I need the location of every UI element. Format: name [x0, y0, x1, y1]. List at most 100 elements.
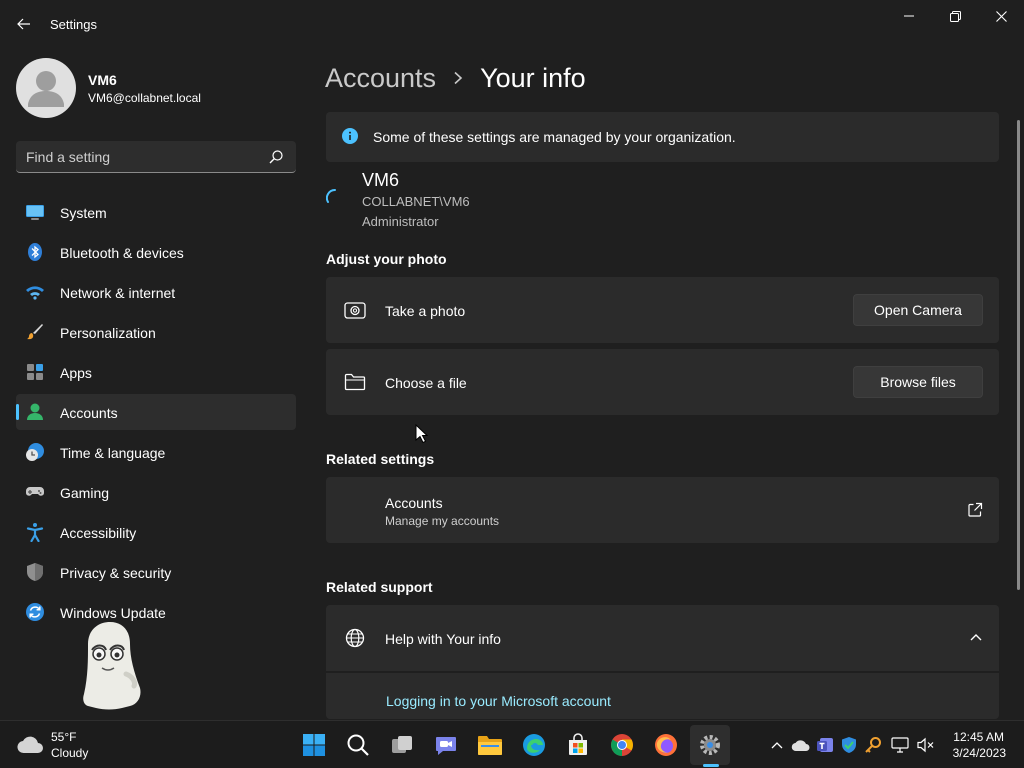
choose-file-card: Choose a file Browse files [326, 349, 999, 415]
microsoft-store-button[interactable] [558, 725, 598, 765]
firefox-icon [655, 734, 677, 756]
system-icon [26, 205, 44, 220]
help-with-your-info-label: Help with Your info [385, 631, 501, 647]
help-links-panel: Logging in to your Microsoft account [326, 672, 999, 719]
related-accounts-label: Accounts [385, 495, 443, 511]
sidebar-item-label: Gaming [60, 485, 110, 501]
sidebar-item-network[interactable]: Network & internet [16, 274, 296, 310]
update-icon [26, 603, 44, 621]
firefox-button[interactable] [646, 725, 686, 765]
adjust-photo-heading: Adjust your photo [326, 251, 447, 267]
sidebar-item-gaming[interactable]: Gaming [16, 474, 296, 510]
back-button[interactable] [10, 10, 38, 38]
search-box[interactable] [16, 141, 296, 173]
sidebar-item-privacy-security[interactable]: Privacy & security [16, 554, 296, 590]
key-icon [865, 737, 881, 753]
camera-icon [344, 302, 366, 319]
onedrive-tray-button[interactable] [791, 735, 811, 755]
search-input[interactable] [26, 141, 261, 172]
sidebar-item-label: Windows Update [60, 605, 166, 621]
teams-chat-button[interactable] [426, 725, 466, 765]
help-with-your-info-header[interactable]: Help with Your info [326, 605, 999, 671]
task-view-button[interactable] [382, 725, 422, 765]
task-view-icon [392, 736, 412, 753]
restore-button[interactable] [932, 0, 978, 32]
info-banner-text: Some of these settings are managed by yo… [373, 129, 736, 145]
scrollbar-thumb[interactable] [1017, 120, 1020, 590]
sidebar-item-label: System [60, 205, 107, 221]
sidebar-item-label: Time & language [60, 445, 166, 461]
sidebar-item-accessibility[interactable]: Accessibility [16, 514, 296, 550]
sidebar-item-personalization[interactable]: Personalization [16, 314, 296, 350]
title-bar: Settings [0, 0, 1024, 48]
chrome-button[interactable] [602, 725, 642, 765]
brush-icon [27, 324, 43, 340]
sidebar-item-label: Network & internet [60, 285, 176, 301]
sidebar-item-label: Personalization [60, 325, 156, 341]
file-explorer-button[interactable] [470, 725, 510, 765]
show-hidden-icons-button[interactable] [767, 735, 787, 755]
teams-icon [817, 738, 833, 752]
back-arrow-icon [17, 18, 30, 30]
sidebar-item-apps[interactable]: Apps [16, 354, 296, 390]
info-banner: Some of these settings are managed by yo… [326, 112, 999, 162]
browse-files-button[interactable]: Browse files [853, 366, 983, 398]
accessibility-icon [26, 523, 44, 542]
chevron-up-icon[interactable] [969, 632, 983, 642]
teams-tray-button[interactable] [815, 735, 835, 755]
profile-avatar [16, 58, 76, 118]
loading-spinner-icon [326, 188, 336, 203]
chat-icon [436, 737, 456, 755]
volume-tray-button[interactable] [916, 735, 936, 755]
start-button[interactable] [294, 725, 334, 765]
gamepad-icon [26, 487, 44, 496]
related-support-heading: Related support [326, 579, 433, 595]
active-app-indicator [703, 764, 719, 767]
profile-email: VM6@collabnet.local [88, 91, 201, 105]
user-domain: COLLABNET\VM6 [362, 194, 470, 209]
help-link[interactable]: Logging in to your Microsoft account [386, 693, 611, 709]
profile-name: VM6 [88, 72, 117, 88]
search-icon[interactable] [268, 149, 284, 165]
settings-app-button[interactable] [690, 725, 730, 765]
restore-icon [949, 10, 961, 22]
info-icon [342, 128, 358, 144]
sidebar-item-label: Apps [60, 365, 92, 381]
take-photo-label: Take a photo [385, 303, 466, 319]
minimize-button[interactable] [886, 0, 932, 32]
ghost-mascot-icon [83, 622, 141, 710]
open-camera-button[interactable]: Open Camera [853, 294, 983, 326]
related-accounts-sublabel: Manage my accounts [385, 514, 500, 528]
breadcrumb: Accounts Your info [325, 58, 586, 98]
weather-temperature: 55°F [51, 730, 77, 744]
sidebar-item-time-language[interactable]: Time & language [16, 434, 296, 470]
take-photo-card: Take a photo Open Camera [326, 277, 999, 343]
sidebar-item-label: Privacy & security [60, 565, 172, 581]
chevron-right-icon [454, 71, 463, 85]
sidebar-item-system[interactable]: System [16, 194, 296, 230]
edge-button[interactable] [514, 725, 554, 765]
volume-muted-icon [917, 737, 934, 753]
sidebar-nav: System Bluetooth & devices Network & int… [16, 194, 296, 634]
onedrive-cloud-icon [791, 740, 810, 752]
related-accounts-card[interactable]: Accounts Manage my accounts [326, 477, 999, 543]
sidebar-item-windows-update[interactable]: Windows Update [16, 594, 296, 630]
key-tray-button[interactable] [863, 735, 883, 755]
windows-logo-icon [303, 734, 325, 756]
defender-tray-button[interactable] [839, 735, 859, 755]
breadcrumb-parent-link[interactable]: Accounts [325, 63, 436, 94]
network-tray-button[interactable] [890, 735, 910, 755]
store-icon [569, 733, 587, 755]
sidebar-item-accounts[interactable]: Accounts [16, 394, 296, 430]
user-silhouette-icon [28, 71, 64, 107]
close-button[interactable] [978, 0, 1024, 32]
gear-icon [700, 735, 720, 755]
search-icon [347, 734, 369, 756]
clock-time[interactable]: 12:45 AM [953, 730, 1004, 744]
globe-icon [345, 628, 365, 648]
weather-condition: Cloudy [51, 746, 89, 760]
clock-date[interactable]: 3/24/2023 [953, 746, 1006, 760]
sidebar-item-bluetooth[interactable]: Bluetooth & devices [16, 234, 296, 270]
app-title: Settings [50, 17, 97, 32]
taskbar-search-button[interactable] [338, 725, 378, 765]
